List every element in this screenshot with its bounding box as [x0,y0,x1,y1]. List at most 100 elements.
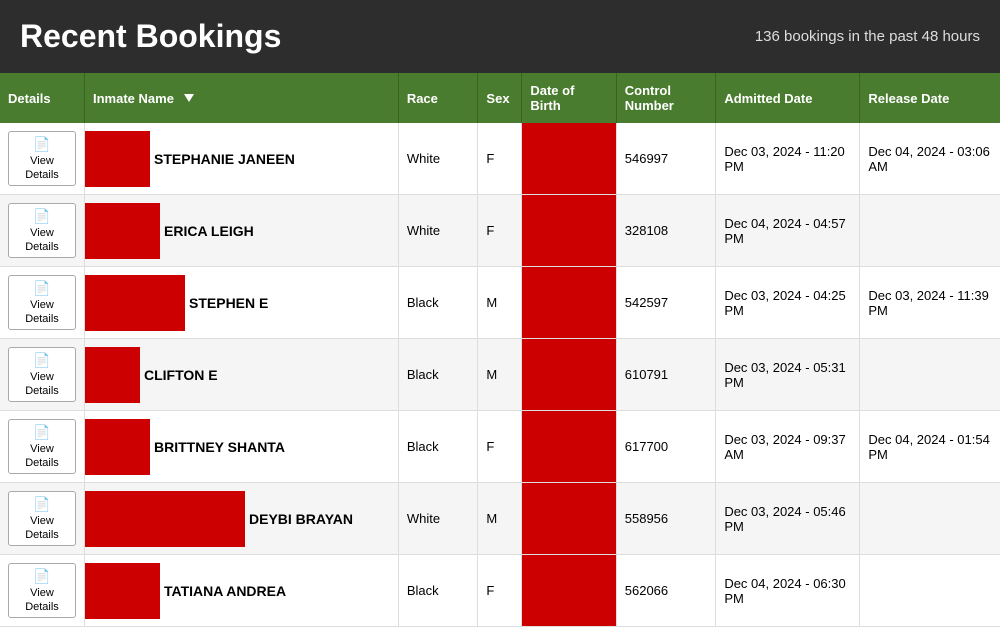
admitted-date-cell: Dec 03, 2024 - 04:25 PM [716,267,860,339]
details-cell: 📄 View Details [0,123,85,195]
release-date-cell [860,555,1000,627]
view-label: View [30,371,54,383]
details-label: Details [25,457,59,469]
details-cell: 📄 View Details [0,267,85,339]
race-cell: Black [398,339,478,411]
table-row: 📄 View Details TATIANA ANDREA BlackF 5620… [0,555,1000,627]
details-cell: 📄 View Details [0,195,85,267]
col-details: Details [0,73,85,123]
control-number-cell: 542597 [616,267,716,339]
sort-arrow-icon[interactable] [184,94,194,102]
inmate-name-cell: CLIFTON E [85,339,399,411]
view-details-button[interactable]: 📄 View Details [8,347,76,402]
table-row: 📄 View Details DEYBI BRAYAN WhiteM558956… [0,483,1000,555]
dob-cell [522,123,616,195]
details-label: Details [25,529,59,541]
details-cell: 📄 View Details [0,483,85,555]
red-indicator [85,419,150,475]
inmate-name-cell: STEPHEN E [85,267,399,339]
view-label: View [30,155,54,167]
red-indicator [85,347,140,403]
details-label: Details [25,169,59,181]
bookings-count: 136 bookings in the past 48 hours [755,28,980,45]
view-details-button[interactable]: 📄 View Details [8,203,76,258]
race-cell: Black [398,555,478,627]
red-indicator [85,275,185,331]
table-row: 📄 View Details STEPHEN E BlackM542597Dec… [0,267,1000,339]
dob-cell [522,411,616,483]
dob-cell [522,339,616,411]
sex-cell: M [478,483,522,555]
document-icon: 📄 [33,352,50,369]
admitted-date-cell: Dec 04, 2024 - 06:30 PM [716,555,860,627]
details-label: Details [25,241,59,253]
release-date-cell: Dec 04, 2024 - 03:06 AM [860,123,1000,195]
page-title: Recent Bookings [20,18,281,55]
details-label: Details [25,601,59,613]
col-admitted-date: Admitted Date [716,73,860,123]
dob-cell [522,555,616,627]
control-number-cell: 562066 [616,555,716,627]
view-details-button[interactable]: 📄 View Details [8,131,76,186]
control-number-cell: 610791 [616,339,716,411]
view-label: View [30,515,54,527]
release-date-cell: Dec 03, 2024 - 11:39 PM [860,267,1000,339]
document-icon: 📄 [33,280,50,297]
admitted-date-cell: Dec 03, 2024 - 11:20 PM [716,123,860,195]
inmate-name: TATIANA ANDREA [160,583,286,599]
inmate-name: STEPHANIE JANEEN [150,151,295,167]
table-header-row: Details Inmate Name Race Sex Date of Bir… [0,73,1000,123]
control-number-cell: 617700 [616,411,716,483]
release-date-cell [860,195,1000,267]
sex-cell: F [478,555,522,627]
admitted-date-cell: Dec 03, 2024 - 09:37 AM [716,411,860,483]
dob-cell [522,483,616,555]
table-row: 📄 View Details CLIFTON E BlackM 610791Dec… [0,339,1000,411]
view-details-button[interactable]: 📄 View Details [8,563,76,618]
sex-cell: F [478,411,522,483]
col-sex: Sex [478,73,522,123]
page-header: Recent Bookings 136 bookings in the past… [0,0,1000,73]
red-indicator [85,491,245,547]
red-indicator [85,131,150,187]
inmate-name-cell: TATIANA ANDREA [85,555,399,627]
dob-cell [522,267,616,339]
document-icon: 📄 [33,208,50,225]
race-cell: Black [398,267,478,339]
details-cell: 📄 View Details [0,339,85,411]
release-date-cell: Dec 04, 2024 - 01:54 PM [860,411,1000,483]
view-details-button[interactable]: 📄 View Details [8,491,76,546]
col-dob: Date of Birth [522,73,616,123]
control-number-cell: 328108 [616,195,716,267]
details-cell: 📄 View Details [0,411,85,483]
release-date-cell [860,339,1000,411]
red-indicator [85,563,160,619]
race-cell: White [398,195,478,267]
race-cell: Black [398,411,478,483]
col-race: Race [398,73,478,123]
control-number-cell: 546997 [616,123,716,195]
view-details-button[interactable]: 📄 View Details [8,419,76,474]
view-label: View [30,227,54,239]
inmate-name-cell: ERICA LEIGH [85,195,399,267]
red-indicator [85,203,160,259]
inmate-name: DEYBI BRAYAN [245,511,353,527]
race-cell: White [398,483,478,555]
inmate-name: STEPHEN E [185,295,268,311]
document-icon: 📄 [33,496,50,513]
table-row: 📄 View Details ERICA LEIGH WhiteF328108D… [0,195,1000,267]
details-label: Details [25,313,59,325]
bookings-table: Details Inmate Name Race Sex Date of Bir… [0,73,1000,627]
admitted-date-cell: Dec 03, 2024 - 05:31 PM [716,339,860,411]
col-inmate-name: Inmate Name [85,73,399,123]
details-cell: 📄 View Details [0,555,85,627]
view-label: View [30,299,54,311]
col-release-date: Release Date [860,73,1000,123]
inmate-name-cell: STEPHANIE JANEEN [85,123,399,195]
view-label: View [30,587,54,599]
view-details-button[interactable]: 📄 View Details [8,275,76,330]
table-row: 📄 View Details BRITTNEY SHANTA BlackF617… [0,411,1000,483]
details-label: Details [25,385,59,397]
sex-cell: M [478,339,522,411]
race-cell: White [398,123,478,195]
